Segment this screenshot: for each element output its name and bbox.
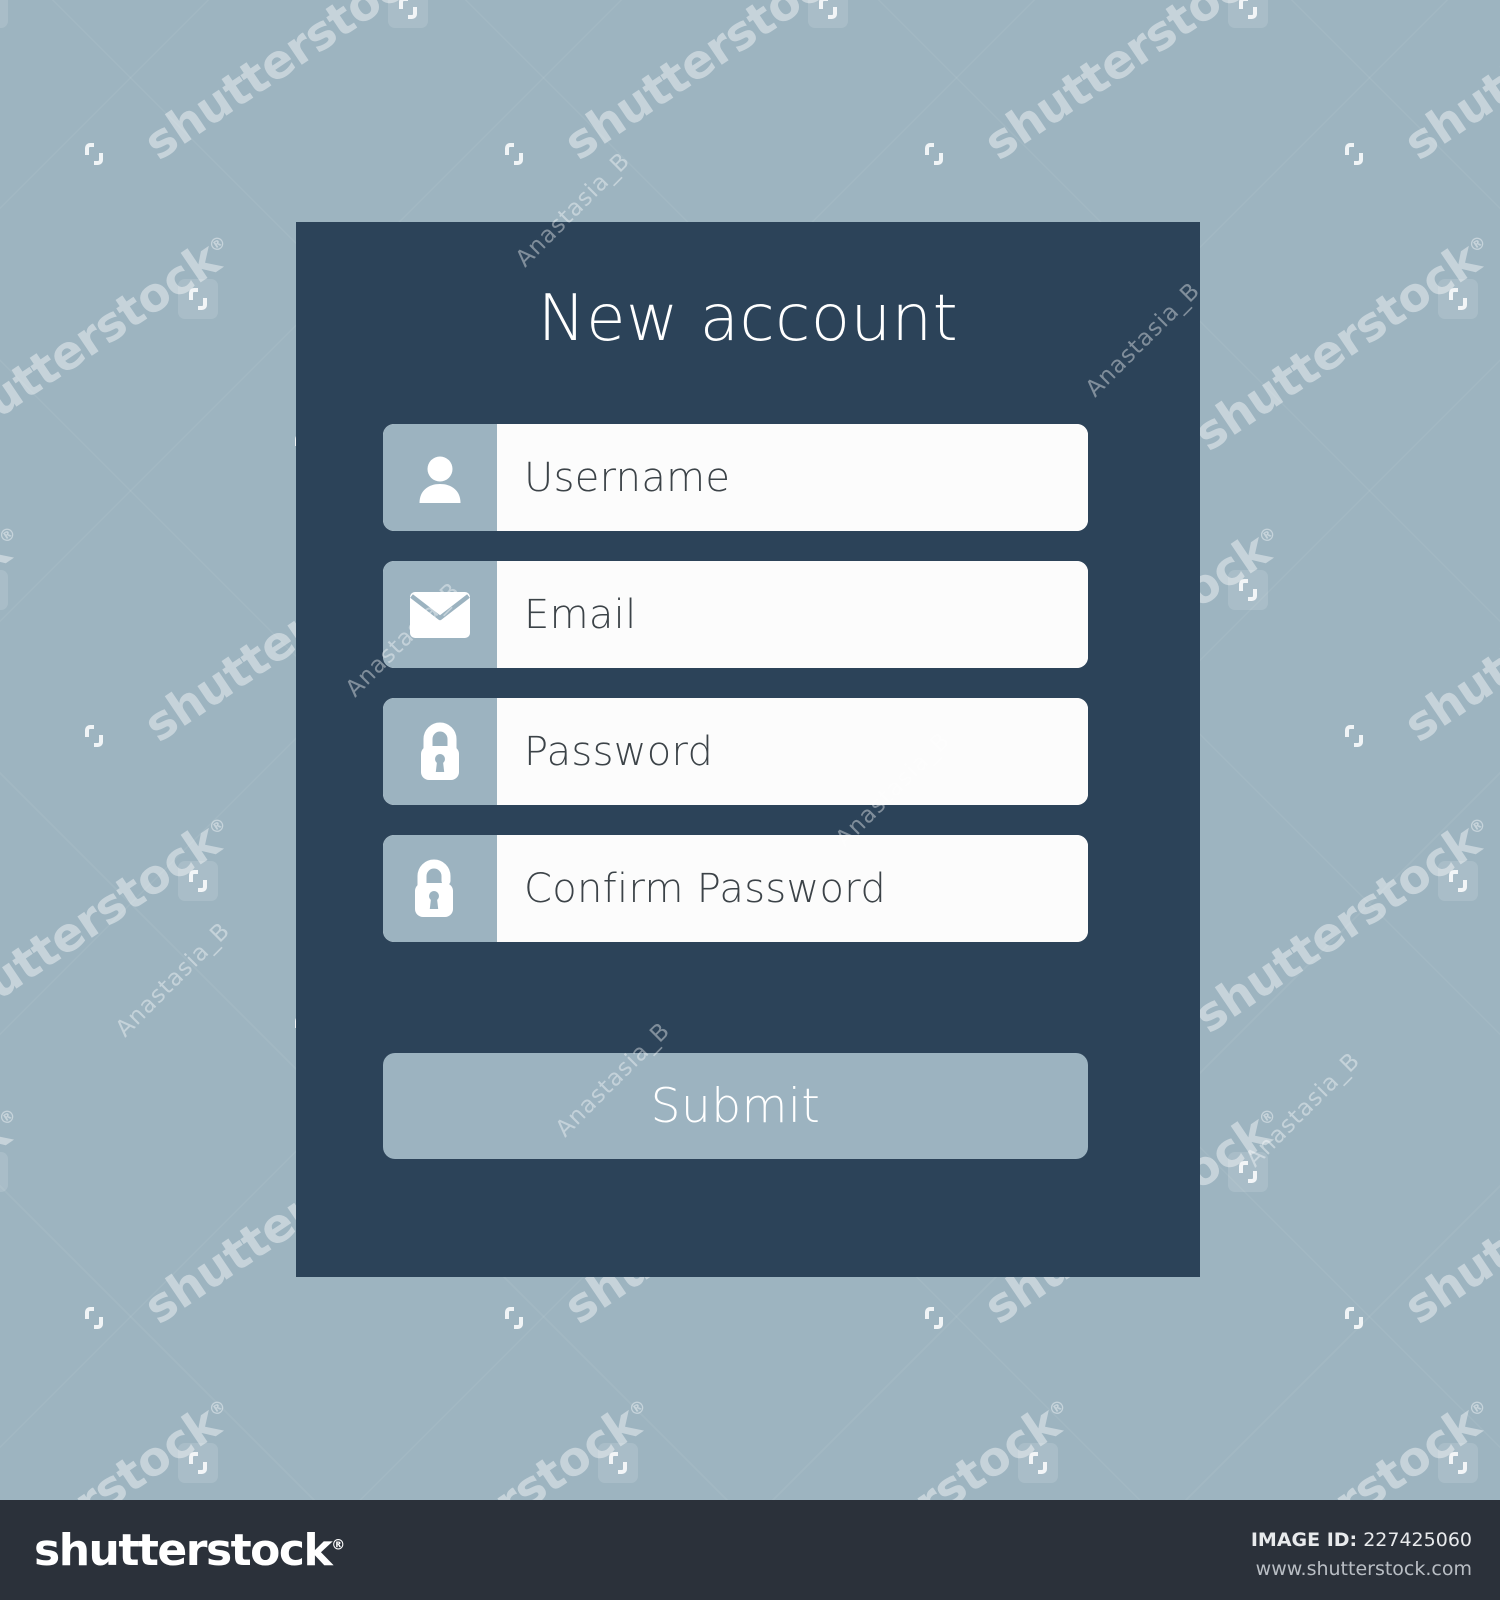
shutterstock-badge-icon — [808, 0, 848, 28]
contributor-watermark: Anastasia_B — [110, 917, 236, 1043]
watermark-text: shutterstock® — [0, 231, 231, 463]
watermark-text: shutterstock® — [134, 0, 440, 172]
submit-button[interactable]: Submit — [383, 1053, 1088, 1159]
shutterstock-badge-icon — [0, 570, 8, 610]
shutterstock-badge-icon — [178, 1443, 218, 1483]
shutterstock-logo-text: shutterstock — [34, 1525, 333, 1576]
screenshot-stage: shutterstock®shutterstock®shutterstock®s… — [0, 0, 1500, 1600]
watermark-text: shutterstock® — [1394, 0, 1500, 172]
shutterstock-badge-icon — [1334, 716, 1374, 756]
shutterstock-badge-icon — [598, 1443, 638, 1483]
email-input[interactable]: Email — [497, 561, 1088, 668]
shutterstock-badge-icon — [1438, 1443, 1478, 1483]
watermark-text: shutterstock® — [0, 1104, 21, 1336]
shutterstock-badge-icon — [178, 861, 218, 901]
shutterstock-badge-icon — [494, 134, 534, 174]
email-field-row[interactable]: Email — [383, 561, 1088, 668]
watermark-text: shutterstock® — [974, 0, 1280, 172]
shutterstock-badge-icon — [1438, 861, 1478, 901]
shutterstock-logo: shutterstock® — [34, 1525, 345, 1576]
shutterstock-badge-icon — [1334, 134, 1374, 174]
lock-open-icon — [383, 835, 497, 942]
shutterstock-badge-icon — [494, 1298, 534, 1338]
confirm-password-field-row[interactable]: Confirm Password — [383, 835, 1088, 942]
watermark-text: shutterstock® — [0, 0, 20, 172]
confirm-password-input[interactable]: Confirm Password — [497, 835, 1088, 942]
username-placeholder: Username — [524, 454, 731, 501]
shutterstock-badge-icon — [914, 134, 954, 174]
new-account-card: New account Username Email Password Conf… — [296, 222, 1200, 1277]
shutterstock-badge-icon — [914, 1298, 954, 1338]
page-title: New account — [537, 282, 959, 356]
watermark-text: shutterstock® — [554, 0, 860, 172]
registered-mark: ® — [331, 1537, 345, 1554]
shutterstock-badge-icon — [1228, 0, 1268, 28]
footer-bar: shutterstock® IMAGE ID: 227425060 www.sh… — [0, 1500, 1500, 1600]
shutterstock-badge-icon — [74, 134, 114, 174]
contributor-watermark: Anastasia_B — [1240, 1047, 1366, 1173]
watermark-text: shutterstock® — [0, 522, 21, 754]
shutterstock-badge-icon — [178, 279, 218, 319]
shutterstock-badge-icon — [74, 716, 114, 756]
envelope-icon — [383, 561, 497, 668]
shutterstock-badge-icon — [1228, 1152, 1268, 1192]
username-input[interactable]: Username — [497, 424, 1088, 531]
password-input[interactable]: Password — [497, 698, 1088, 805]
shutterstock-badge-icon — [1438, 279, 1478, 319]
watermark-text: shutterstock® — [1394, 522, 1500, 754]
password-placeholder: Password — [524, 728, 714, 775]
footer-meta: IMAGE ID: 227425060 www.shutterstock.com — [1251, 1526, 1472, 1583]
shutterstock-badge-icon — [1334, 1298, 1374, 1338]
shutterstock-badge-icon — [388, 0, 428, 28]
person-icon — [383, 424, 497, 531]
watermark-text: shutterstock® — [1394, 1104, 1500, 1336]
image-id: IMAGE ID: 227425060 — [1251, 1526, 1472, 1555]
submit-button-label: Submit — [650, 1078, 821, 1134]
shutterstock-badge-icon — [1018, 1443, 1058, 1483]
shutterstock-badge-icon — [0, 0, 8, 28]
lock-closed-icon — [383, 698, 497, 805]
email-placeholder: Email — [524, 591, 637, 638]
watermark-text: shutterstock® — [1184, 813, 1491, 1045]
shutterstock-badge-icon — [0, 1152, 8, 1192]
username-field-row[interactable]: Username — [383, 424, 1088, 531]
watermark-text: shutterstock® — [1184, 231, 1491, 463]
confirm-password-placeholder: Confirm Password — [524, 865, 887, 912]
shutterstock-badge-icon — [1228, 570, 1268, 610]
image-id-value: 227425060 — [1363, 1529, 1472, 1551]
footer-url: www.shutterstock.com — [1255, 1557, 1472, 1580]
image-id-label: IMAGE ID: — [1250, 1529, 1358, 1551]
shutterstock-badge-icon — [74, 1298, 114, 1338]
watermark-text: shutterstock® — [0, 813, 231, 1045]
password-field-row[interactable]: Password — [383, 698, 1088, 805]
